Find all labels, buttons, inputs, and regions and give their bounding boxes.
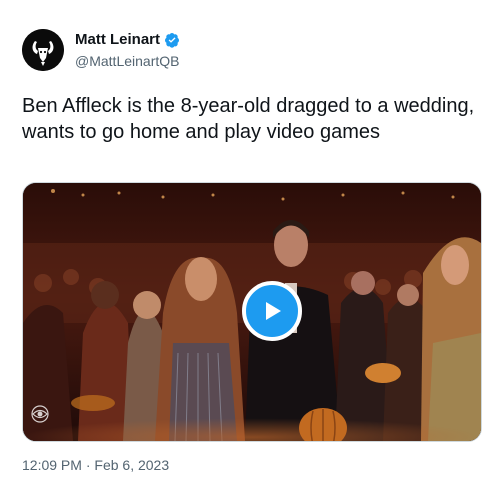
play-button[interactable] — [242, 281, 302, 341]
goat-logo-icon — [22, 29, 64, 71]
timestamp-separator: · — [85, 457, 91, 473]
author-handle[interactable]: @MattLeinartQB — [75, 53, 179, 69]
play-icon — [266, 302, 281, 320]
verified-badge-icon — [165, 32, 180, 48]
author-name[interactable]: Matt Leinart — [75, 31, 160, 48]
tweet-date[interactable]: Feb 6, 2023 — [94, 457, 169, 473]
avatar[interactable] — [22, 29, 64, 71]
video-player[interactable] — [22, 182, 482, 442]
tweet-text: Ben Affleck is the 8-year-old dragged to… — [22, 95, 475, 143]
tweet-timestamp: 12:09 PM · Feb 6, 2023 — [22, 457, 169, 473]
author-name-row: Matt Leinart — [75, 31, 180, 48]
cbs-eye-icon — [31, 405, 49, 423]
tweet-time[interactable]: 12:09 PM — [22, 457, 82, 473]
